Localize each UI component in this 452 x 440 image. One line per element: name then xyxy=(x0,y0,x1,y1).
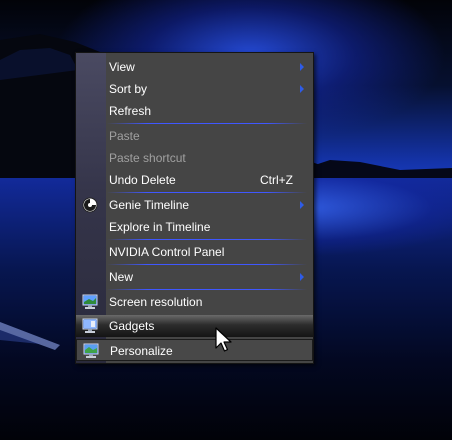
menu-item-label: Personalize xyxy=(110,344,173,358)
menu-item-explore-in-timeline[interactable]: Explore in Timeline xyxy=(76,216,313,238)
menu-item-label: Paste shortcut xyxy=(109,151,186,165)
menu-separator xyxy=(107,239,307,240)
submenu-arrow-icon xyxy=(300,201,304,209)
menu-item-label: Refresh xyxy=(109,104,152,118)
menu-item-label: Undo Delete xyxy=(109,173,176,187)
menu-item-label: Paste xyxy=(109,129,140,143)
menu-item-label: Gadgets xyxy=(109,319,155,333)
desktop-context-menu: View Sort by Refresh Paste Paste shortcu… xyxy=(75,52,314,364)
menu-item-nvidia-control-panel[interactable]: NVIDIA Control Panel xyxy=(76,241,313,263)
menu-separator xyxy=(107,264,307,265)
menu-item-genie-timeline[interactable]: Genie Timeline xyxy=(76,194,313,216)
menu-item-screen-resolution[interactable]: Screen resolution xyxy=(76,291,313,313)
menu-item-label: Genie Timeline xyxy=(109,198,190,212)
menu-item-shortcut: Ctrl+Z xyxy=(260,173,293,187)
menu-item-new[interactable]: New xyxy=(76,266,313,288)
gadgets-monitor-icon xyxy=(82,318,98,333)
menu-item-label: Sort by xyxy=(109,82,148,96)
menu-item-label: New xyxy=(109,270,134,284)
menu-item-label: View xyxy=(109,60,135,74)
menu-item-undo-delete[interactable]: Undo Delete Ctrl+Z xyxy=(76,169,313,191)
menu-item-refresh[interactable]: Refresh xyxy=(76,100,313,122)
menu-item-label: NVIDIA Control Panel xyxy=(109,245,225,259)
menu-separator xyxy=(107,192,307,193)
submenu-arrow-icon xyxy=(300,85,304,93)
menu-item-label: Screen resolution xyxy=(109,295,203,309)
submenu-arrow-icon xyxy=(300,273,304,281)
submenu-arrow-icon xyxy=(300,63,304,71)
genie-timeline-icon xyxy=(82,197,98,213)
menu-item-gadgets[interactable]: Gadgets xyxy=(76,315,313,337)
menu-item-paste: Paste xyxy=(76,125,313,147)
menu-item-label: Explore in Timeline xyxy=(109,220,211,234)
personalize-monitor-icon xyxy=(83,343,99,358)
monitor-icon xyxy=(82,294,98,309)
menu-separator xyxy=(107,123,307,124)
menu-item-personalize[interactable]: Personalize xyxy=(76,339,313,361)
menu-item-paste-shortcut: Paste shortcut xyxy=(76,147,313,169)
menu-item-view[interactable]: View xyxy=(76,56,313,78)
menu-item-sort-by[interactable]: Sort by xyxy=(76,78,313,100)
mouse-pointer-icon xyxy=(215,327,232,352)
menu-separator xyxy=(107,289,307,290)
